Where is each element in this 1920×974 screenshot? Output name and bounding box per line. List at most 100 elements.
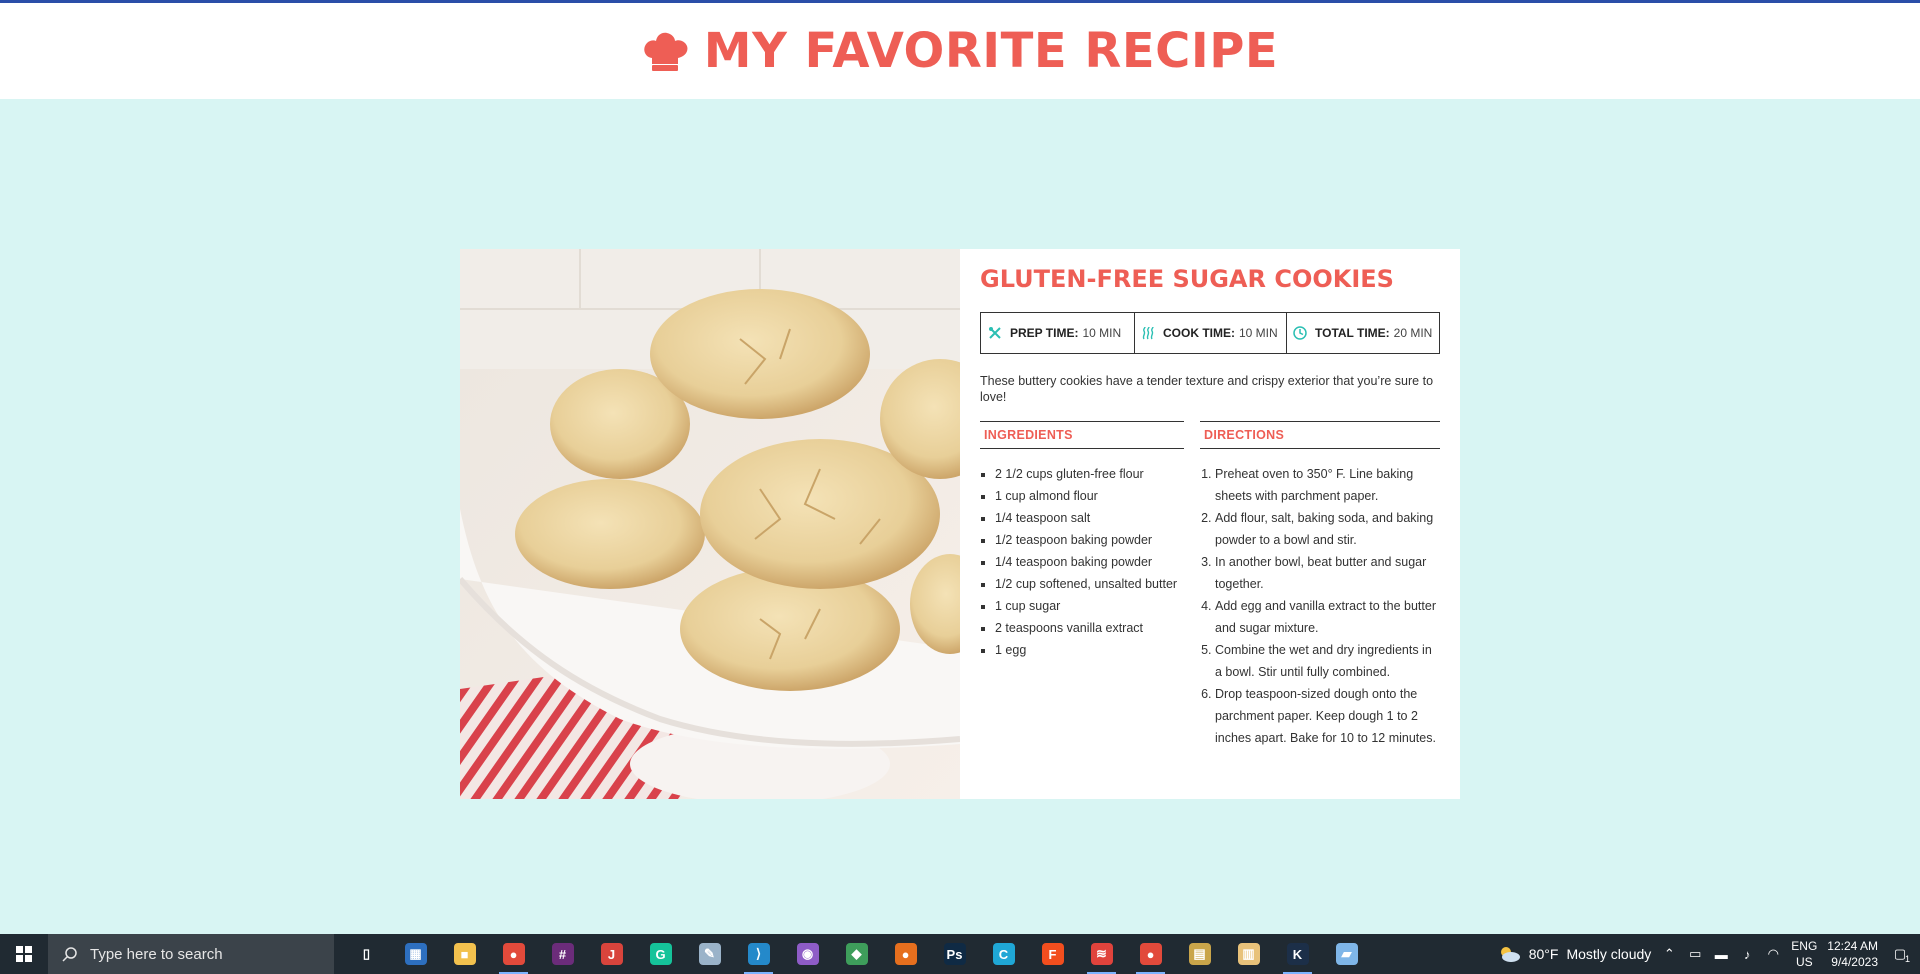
search-placeholder: Type here to search [90,945,223,963]
taskbar-app-button[interactable]: ▯ [342,934,391,974]
file-manager-icon: ▤ [1188,943,1211,965]
taskbar-apps: ▯ ▦ ■ ● # J G ✎ ⟩ ◉ ◆ ● Ps C F ≋ ● ▤ ▥ K ▰ [342,934,1371,974]
directions-list: Preheat oven to 350° F. Line baking shee… [1200,463,1440,749]
ingredient-item: 1/4 teaspoon salt [995,507,1184,529]
battery-icon[interactable]: ▬ [1713,946,1729,962]
region-code: US [1795,955,1813,969]
directions-heading: DIRECTIONS [1200,421,1440,449]
taskbar-app-button[interactable]: K [1273,934,1322,974]
github-icon: ◉ [796,943,819,965]
heat-waves-icon [1142,326,1154,340]
ingredient-item: 2 teaspoons vanilla extract [995,617,1184,639]
chrome-icon: ● [502,943,525,965]
taskbar-app-button[interactable]: ▦ [391,934,440,974]
cook-time-value: 10 MIN [1239,326,1278,340]
taskbar-app-button[interactable]: ● [1126,934,1175,974]
recipe-details: GLUTEN-FREE SUGAR COOKIES PREP TIME: 10 … [960,249,1460,799]
taskbar-app-button[interactable]: ▤ [1175,934,1224,974]
taskbar-app-button[interactable]: Ps [930,934,979,974]
canva-icon: C [992,943,1015,965]
direction-step: Drop teaspoon-sized dough onto the parch… [1215,683,1440,749]
prep-time: PREP TIME: 10 MIN [981,313,1135,353]
clock-date: 9/4/2023 [1831,955,1878,969]
chevron-up-icon[interactable]: ⌃ [1661,946,1677,962]
total-time-label: TOTAL TIME: [1315,326,1390,340]
app-red-icon: ≋ [1090,943,1113,965]
site-title: MY FAVORITE RECIPE [642,23,1278,79]
site-header: MY FAVORITE RECIPE [0,3,1920,99]
photoshop-icon: Ps [943,943,966,965]
weather-text: Mostly cloudy [1566,946,1652,962]
taskbar-app-button[interactable]: ▥ [1224,934,1273,974]
ingredient-item: 1 cup almond flour [995,485,1184,507]
direction-step: Preheat oven to 350° F. Line baking shee… [1215,463,1440,507]
prep-time-label: PREP TIME: [1010,326,1079,340]
clock-time: 12:24 AM [1827,939,1878,953]
recipe-card: GLUTEN-FREE SUGAR COOKIES PREP TIME: 10 … [460,249,1460,799]
figma-icon: F [1041,943,1064,965]
ingredient-item: 1/2 cup softened, unsalted butter [995,573,1184,595]
taskbar-app-button[interactable]: ● [881,934,930,974]
weather-temp: 80°F [1528,946,1559,962]
recipe-columns: INGREDIENTS 2 1/2 cups gluten-free flour… [980,421,1440,749]
language-code: ENG [1791,939,1818,953]
app-icon: J [600,943,623,965]
taskbar-app-button[interactable]: ▰ [1322,934,1371,974]
cloudy-weather-icon [1500,947,1520,962]
directions-section: DIRECTIONS Preheat oven to 350° F. Line … [1200,421,1440,749]
firefox-icon: ● [894,943,917,965]
direction-step: Add flour, salt, baking soda, and baking… [1215,507,1440,551]
windows-logo-icon [16,946,32,962]
chef-hat-icon [644,32,688,71]
volume-icon[interactable]: ♪ [1739,946,1755,962]
git-icon: ◆ [845,943,868,965]
ingredient-item: 1 cup sugar [995,595,1184,617]
chrome-profile-icon: ● [1139,943,1162,965]
direction-step: Add egg and vanilla extract to the butte… [1215,595,1440,639]
clock-icon [1293,326,1307,340]
taskbar-app-button[interactable]: ◆ [832,934,881,974]
ingredient-item: 1 egg [995,639,1184,661]
total-time: TOTAL TIME: 20 MIN [1287,313,1439,353]
cook-time-label: COOK TIME: [1163,326,1235,340]
taskbar-app-button[interactable]: ■ [440,934,489,974]
taskbar-app-button[interactable]: J [587,934,636,974]
notes-icon: ▰ [1335,943,1358,965]
taskbar-search[interactable]: Type here to search [48,934,334,974]
calculator-icon: ▦ [404,943,427,965]
cook-time: COOK TIME: 10 MIN [1135,313,1287,353]
taskbar-app-button[interactable]: C [979,934,1028,974]
start-button[interactable] [0,934,48,974]
total-time-value: 20 MIN [1393,326,1433,340]
recipe-photo [460,249,960,799]
page-title: MY FAVORITE RECIPE [703,23,1279,79]
file-icon: ▥ [1237,943,1260,965]
taskbar-app-button[interactable]: F [1028,934,1077,974]
taskbar-app-button[interactable]: # [538,934,587,974]
ingredients-list: 2 1/2 cups gluten-free flour 1 cup almon… [980,463,1184,661]
direction-step: Combine the wet and dry ingredients in a… [1215,639,1440,683]
taskbar-app-button[interactable]: ≋ [1077,934,1126,974]
file-explorer-icon: ■ [453,943,476,965]
taskbar-app-button[interactable]: ✎ [685,934,734,974]
meet-now-icon[interactable]: ▭ [1687,946,1703,962]
recipe-title: GLUTEN-FREE SUGAR COOKIES [980,265,1394,293]
taskbar-app-button[interactable]: G [636,934,685,974]
notifications-icon[interactable]: ▢ 1 [1888,946,1912,964]
keystroke-icon: K [1286,943,1309,965]
wifi-icon[interactable]: ◠ [1765,946,1781,962]
weather-widget[interactable]: 80°F Mostly cloudy [1497,944,1652,964]
slack-icon: # [551,943,574,965]
taskbar-app-button[interactable]: ● [489,934,538,974]
taskbar-app-button[interactable]: ⟩ [734,934,783,974]
sugar-cookies-image [460,249,960,799]
direction-step: In another bowl, beat butter and sugar t… [1215,551,1440,595]
ingredient-item: 2 1/2 cups gluten-free flour [995,463,1184,485]
language-indicator[interactable]: ENG US [1791,938,1817,970]
clock[interactable]: 12:24 AM 9/4/2023 [1827,938,1878,970]
search-icon [62,947,77,962]
taskbar-app-button[interactable]: ◉ [783,934,832,974]
recipe-times: PREP TIME: 10 MIN COOK TIME: 10 MIN TOTA… [980,312,1440,354]
grammarly-icon: G [649,943,672,965]
task-view-icon: ▯ [355,943,378,965]
